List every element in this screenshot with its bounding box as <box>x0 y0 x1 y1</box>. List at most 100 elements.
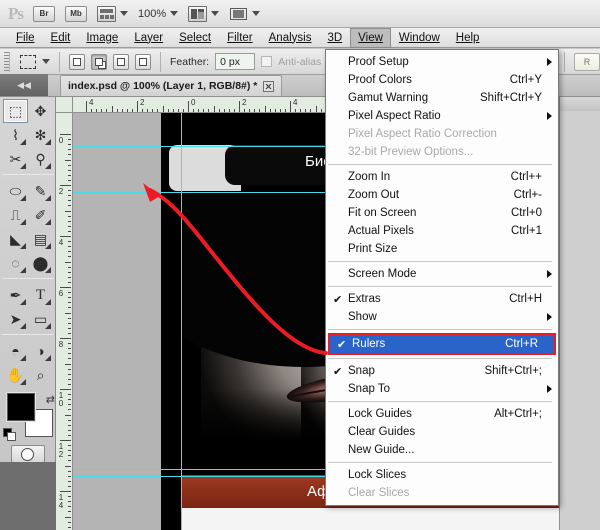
menu-edit[interactable]: Edit <box>43 28 79 48</box>
menu-item-clear-guides[interactable]: Clear Guides <box>326 423 558 441</box>
history-brush-tool[interactable]: ✐ <box>28 203 53 227</box>
menu-filter[interactable]: Filter <box>219 28 261 48</box>
document-tab[interactable]: index.psd @ 100% (Layer 1, RGB/8#) * <box>60 75 283 96</box>
menu-item-fit-on-screen[interactable]: Fit on Screen Ctrl+0 <box>326 204 558 222</box>
menu-item-extras[interactable]: ✔ Extras Ctrl+H <box>326 290 558 308</box>
blur-tool[interactable]: ◌ <box>3 251 28 275</box>
vertical-ruler[interactable]: 0246810121416 <box>56 113 73 530</box>
menu-item-rulers[interactable]: ✔ Rulers Ctrl+R <box>330 335 554 353</box>
chevron-down-icon[interactable] <box>120 11 128 16</box>
subtract-from-selection-button[interactable] <box>113 53 129 70</box>
launch-mini-bridge-button[interactable]: Mb <box>65 5 87 22</box>
menu-item-label: Lock Guides <box>348 408 412 420</box>
3d-orbit-tool[interactable]: ◑ <box>28 339 53 363</box>
launch-bridge-button[interactable]: Br <box>33 5 55 22</box>
refine-edge-button[interactable]: R <box>574 52 600 71</box>
quick-mask-icon[interactable] <box>10 445 45 463</box>
swap-colors-icon[interactable]: ⇄ <box>46 393 55 406</box>
chevron-down-icon[interactable] <box>252 11 261 16</box>
film-strip-icon[interactable] <box>97 5 116 22</box>
new-selection-button[interactable] <box>69 53 85 70</box>
collapse-panel-icon[interactable]: ◀◀ <box>0 74 48 96</box>
arrange-documents-group[interactable] <box>188 5 220 22</box>
menu-layer[interactable]: Layer <box>126 28 171 48</box>
screen-mode-group[interactable] <box>229 6 261 22</box>
menu-item-snap-to[interactable]: Snap To <box>326 380 558 398</box>
ruler-label: 14 <box>58 493 64 510</box>
view-extras-group[interactable] <box>97 5 128 22</box>
menu-item-pixel-aspect-ratio[interactable]: Pixel Aspect Ratio <box>326 107 558 125</box>
ruler-subtick <box>203 109 205 112</box>
ruler-subtick <box>65 210 71 212</box>
screen-mode-icon[interactable] <box>229 6 248 22</box>
guide-vertical[interactable] <box>181 113 182 530</box>
ruler-subtick <box>68 281 71 283</box>
gradient-tool[interactable]: ▤ <box>28 227 53 251</box>
menu-item-label: Snap <box>348 365 375 377</box>
menu-item-lock-slices[interactable]: Lock Slices <box>326 466 558 484</box>
crop-tool[interactable]: ✂ <box>3 147 28 171</box>
feather-input[interactable]: 0 px <box>215 53 256 70</box>
menu-item-new-guide[interactable]: New Guide... <box>326 441 558 459</box>
chevron-down-icon[interactable] <box>42 59 50 64</box>
menu-view[interactable]: View <box>350 27 391 48</box>
rectangular-marquee-tool[interactable]: ⬚ <box>3 99 28 123</box>
foreground-color-swatch[interactable] <box>7 393 35 421</box>
menu-item-zoom-out[interactable]: Zoom Out Ctrl+- <box>326 186 558 204</box>
eyedropper-tool[interactable]: ⚲ <box>28 147 53 171</box>
default-colors-icon[interactable] <box>3 428 16 441</box>
menu-item-zoom-in[interactable]: Zoom In Ctrl++ <box>326 168 558 186</box>
menu-analysis[interactable]: Analysis <box>261 28 320 48</box>
menu-item-actual-pixels[interactable]: Actual Pixels Ctrl+1 <box>326 222 558 240</box>
horizontal-type-tool[interactable]: T <box>28 283 53 307</box>
zoom-level-group[interactable]: 100% <box>138 8 179 20</box>
clone-stamp-tool[interactable]: ⎍ <box>3 203 28 227</box>
anti-alias-checkbox[interactable] <box>261 56 273 67</box>
ruler-subtick <box>162 106 164 112</box>
menu-3d[interactable]: 3D <box>319 28 350 48</box>
menu-help[interactable]: Help <box>448 28 488 48</box>
move-tool[interactable]: ✥ <box>28 99 53 123</box>
menu-select[interactable]: Select <box>171 28 219 48</box>
3d-rotate-tool[interactable]: ◓ <box>3 339 28 363</box>
magic-wand-tool[interactable]: ✻ <box>28 123 53 147</box>
view-dropdown-menu[interactable]: Proof Setup Proof Colors Ctrl+Y Gamut Warni… <box>325 49 559 506</box>
menu-file[interactable]: File <box>8 28 43 48</box>
menu-item-snap[interactable]: ✔ Snap Shift+Ctrl+; <box>326 362 558 380</box>
menu-item-screen-mode[interactable]: Screen Mode <box>326 265 558 283</box>
menu-item-gamut-warning[interactable]: Gamut Warning Shift+Ctrl+Y <box>326 89 558 107</box>
ruler-subtick <box>68 470 71 472</box>
hand-tool[interactable]: ✋ <box>3 363 28 387</box>
path-selection-tool[interactable]: ➤ <box>3 307 28 331</box>
eraser-tool[interactable]: ◣ <box>3 227 28 251</box>
menu-image[interactable]: Image <box>78 28 126 48</box>
ruler-origin-corner[interactable] <box>56 97 73 113</box>
close-icon[interactable] <box>263 80 275 92</box>
ruler-tick <box>60 236 71 237</box>
toolbox-panel: ⬚ ✥ ⌇ ✻ ✂ ⚲ ⬭ ✎ ⎍ ✐ ◣ ▤ ◌ ⬤ ✒ T ➤ ▭ ◓ ◑ <box>0 97 56 530</box>
rectangle-tool[interactable]: ▭ <box>28 307 53 331</box>
menu-item-proof-setup[interactable]: Proof Setup <box>326 53 558 71</box>
arrange-documents-icon[interactable] <box>188 5 208 22</box>
chevron-down-icon[interactable] <box>211 11 220 16</box>
annotated-menu-item[interactable]: ✔ Rulers Ctrl+R <box>328 333 556 355</box>
chevron-down-icon[interactable] <box>170 11 179 16</box>
menu-item-proof-colors[interactable]: Proof Colors Ctrl+Y <box>326 71 558 89</box>
intersect-with-selection-button[interactable] <box>135 53 151 70</box>
spot-healing-brush-tool[interactable]: ⬭ <box>3 179 28 203</box>
menu-item-show[interactable]: Show <box>326 308 558 326</box>
menu-item-lock-guides[interactable]: Lock Guides Alt+Ctrl+; <box>326 405 558 423</box>
pen-tool[interactable]: ✒ <box>3 283 28 307</box>
ruler-subtick <box>65 159 71 161</box>
zoom-tool[interactable]: ⌕ <box>28 363 53 387</box>
rectangular-marquee-icon[interactable] <box>20 54 36 69</box>
menu-window[interactable]: Window <box>391 28 448 48</box>
lasso-tool[interactable]: ⌇ <box>3 123 28 147</box>
options-bar-gripper[interactable] <box>4 51 10 72</box>
ruler-subtick <box>152 109 154 112</box>
ruler-subtick <box>68 271 71 273</box>
brush-tool[interactable]: ✎ <box>28 179 53 203</box>
dodge-tool[interactable]: ⬤ <box>28 251 53 275</box>
menu-item-print-size[interactable]: Print Size <box>326 240 558 258</box>
add-to-selection-button[interactable] <box>91 53 107 70</box>
